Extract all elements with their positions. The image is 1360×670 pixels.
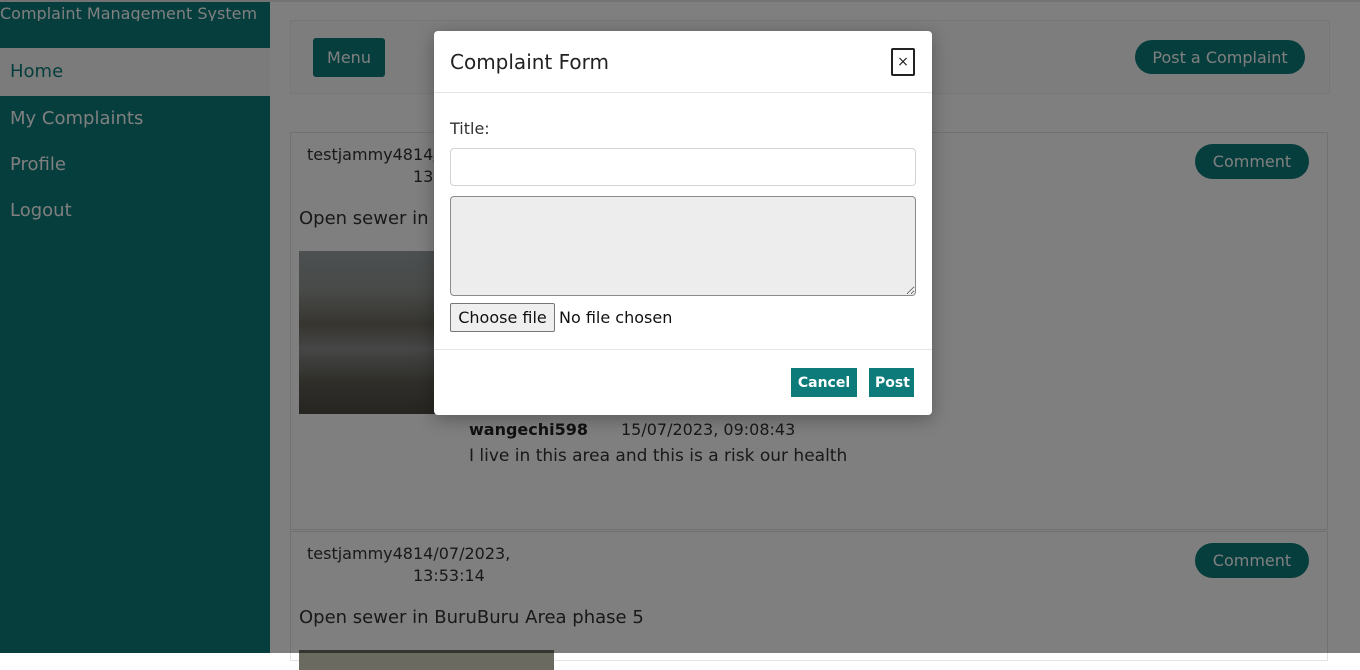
title-input[interactable] xyxy=(450,148,916,186)
description-textarea[interactable] xyxy=(450,196,916,296)
complaint-form-modal: Complaint Form × Title: Choose file No f… xyxy=(434,31,932,415)
title-label: Title: xyxy=(450,119,490,138)
choose-file-button[interactable]: Choose file xyxy=(450,303,555,332)
modal-title: Complaint Form xyxy=(450,50,610,74)
post-button[interactable]: Post xyxy=(869,368,914,397)
complaint-photo xyxy=(299,650,554,670)
close-button[interactable]: × xyxy=(891,48,915,76)
cancel-button[interactable]: Cancel xyxy=(791,368,857,397)
modal-header: Complaint Form × xyxy=(434,31,932,93)
modal-footer: Cancel Post xyxy=(434,349,932,415)
file-status: No file chosen xyxy=(559,308,673,327)
